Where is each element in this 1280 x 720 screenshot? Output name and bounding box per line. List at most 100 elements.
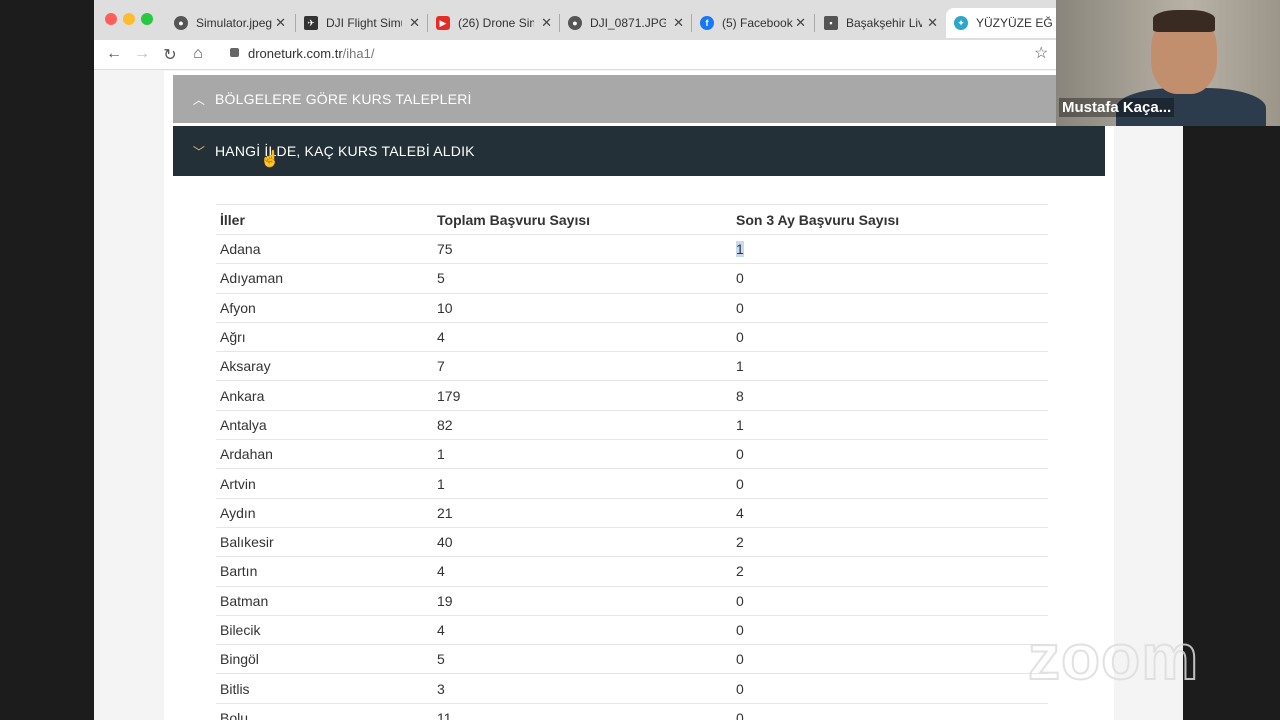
cell-last3: 2 (732, 527, 1048, 558)
tab-basaksehir[interactable]: ▪ Başakşehir Liv ✕ (816, 8, 944, 38)
tab-label: DJI_0871.JPG (590, 16, 666, 30)
table-row: Ardahan 1 0 (216, 439, 1048, 470)
chevron-down-icon: ﹀ (192, 144, 206, 159)
cell-total: 21 (433, 498, 732, 528)
participant-name: Mustafa Kaça... (1059, 98, 1175, 117)
cell-total: 40 (433, 527, 732, 558)
cell-last3: 0 (732, 644, 1048, 675)
lock-icon[interactable] (230, 48, 239, 57)
address-bar[interactable]: droneturk.com.tr/iha1/ (248, 46, 374, 61)
cell-last3: 2 (732, 556, 1048, 587)
minimize-window-dot[interactable] (123, 13, 135, 25)
cell-total: 4 (433, 556, 732, 587)
reload-icon[interactable]: ↻ (160, 45, 180, 65)
table-row: Bitlis 3 0 (216, 673, 1048, 704)
table-header-row: İller Toplam Başvuru Sayısı Son 3 Ay Baş… (216, 204, 1048, 235)
tab-facebook[interactable]: f (5) Facebook ✕ (692, 8, 812, 38)
cell-total: 75 (433, 234, 732, 265)
column-header-province[interactable]: İller (216, 204, 433, 235)
close-icon[interactable]: ✕ (541, 15, 552, 31)
browser-toolbar: ← → ↻ ⌂ droneturk.com.tr/iha1/ ☆ (94, 40, 1183, 70)
tab-youtube[interactable]: ▶ (26) Drone Sim ✕ (428, 8, 558, 38)
cell-province: Batman (216, 586, 433, 616)
cell-total: 82 (433, 410, 732, 441)
participant-hair (1153, 10, 1215, 32)
left-letterbox (0, 0, 94, 720)
column-header-total[interactable]: Toplam Başvuru Sayısı (433, 204, 732, 235)
cell-total: 11 (433, 703, 732, 720)
column-header-last3months[interactable]: Son 3 Ay Başvuru Sayısı (732, 204, 1048, 235)
cell-last3: 0 (732, 673, 1048, 704)
tab-simulator[interactable]: ● Simulator.jpeg ✕ (166, 8, 292, 38)
tab-yuzyuze-active[interactable]: ✦ YÜZYÜZE EĞ (946, 8, 1066, 38)
table-row: Ankara 179 8 (216, 380, 1048, 411)
table-row: Bingöl 5 0 (216, 644, 1048, 675)
cell-province: Ankara (216, 380, 433, 411)
close-icon[interactable]: ✕ (275, 15, 286, 31)
cell-last3: 0 (732, 263, 1048, 294)
url-domain: droneturk.com.tr (248, 46, 343, 61)
back-arrow-icon[interactable]: ← (104, 45, 124, 63)
home-icon[interactable]: ⌂ (188, 45, 208, 63)
cell-total: 4 (433, 615, 732, 646)
bookmark-star-icon[interactable]: ☆ (1034, 43, 1048, 63)
table-row: Adıyaman 5 0 (216, 263, 1048, 294)
browser-window: ● Simulator.jpeg ✕ ✈ DJI Flight Simu ✕ ▶… (94, 0, 1183, 720)
tab-dji-photo[interactable]: ● DJI_0871.JPG ✕ (560, 8, 690, 38)
cell-total: 7 (433, 351, 732, 382)
table-row: Batman 19 0 (216, 586, 1048, 616)
cell-province: Bartın (216, 556, 433, 587)
tab-divider (814, 14, 815, 32)
accordion-regions-header[interactable]: ︿ BÖLGELERE GÖRE KURS TALEPLERİ (173, 75, 1105, 123)
table-row: Artvin 1 0 (216, 468, 1048, 499)
cell-total: 19 (433, 586, 732, 616)
chevron-up-icon: ︿ (192, 92, 206, 107)
close-icon[interactable]: ✕ (409, 15, 420, 31)
table-row: Afyon 10 0 (216, 293, 1048, 323)
cell-province: Adıyaman (216, 263, 433, 294)
url-path: /iha1/ (342, 46, 375, 61)
hand-cursor-icon: ☝ (260, 151, 280, 168)
globe-icon: ● (568, 16, 582, 30)
cell-province: Artvin (216, 468, 433, 499)
cell-total: 5 (433, 263, 732, 294)
cell-last3: 8 (732, 380, 1048, 411)
cell-province: Antalya (216, 410, 433, 441)
cell-province: Balıkesir (216, 527, 433, 558)
cell-total: 179 (433, 380, 732, 411)
province-table: İller Toplam Başvuru Sayısı Son 3 Ay Baş… (216, 204, 1048, 720)
tab-label: DJI Flight Simu (326, 16, 402, 30)
cell-province: Bolu (216, 703, 433, 720)
cell-total: 1 (433, 468, 732, 499)
cell-total: 4 (433, 322, 732, 353)
webcam-video-tile[interactable]: Mustafa Kaça... (1056, 0, 1280, 126)
cell-total: 10 (433, 293, 732, 323)
close-icon[interactable]: ✕ (927, 15, 938, 31)
accordion-title: BÖLGELERE GÖRE KURS TALEPLERİ (215, 91, 472, 107)
close-icon[interactable]: ✕ (795, 15, 806, 31)
cell-province: Bingöl (216, 644, 433, 675)
cell-total: 5 (433, 644, 732, 675)
cell-last3: 0 (732, 293, 1048, 323)
forward-arrow-icon[interactable]: → (132, 45, 152, 63)
close-icon[interactable]: ✕ (673, 15, 684, 31)
cell-last3: 1 (732, 410, 1048, 441)
tab-strip: ● Simulator.jpeg ✕ ✈ DJI Flight Simu ✕ ▶… (94, 0, 1183, 40)
close-window-dot[interactable] (105, 13, 117, 25)
selected-text: 1 (736, 241, 744, 258)
cell-province: Afyon (216, 293, 433, 323)
cell-last3: 0 (732, 322, 1048, 353)
web-page: ︿ BÖLGELERE GÖRE KURS TALEPLERİ ﹀ HANGİ … (94, 71, 1183, 720)
cell-province: Ardahan (216, 439, 433, 470)
cell-province: Aksaray (216, 351, 433, 382)
cell-last3: 0 (732, 703, 1048, 720)
cell-last3: 0 (732, 586, 1048, 616)
cell-last3: 4 (732, 498, 1048, 528)
cell-province: Aydın (216, 498, 433, 528)
tab-dji[interactable]: ✈ DJI Flight Simu ✕ (296, 8, 426, 38)
table-row: Aydın 21 4 (216, 498, 1048, 528)
tab-label: Simulator.jpeg (196, 16, 272, 30)
accordion-provinces-header[interactable]: ﹀ HANGİ İLDE, KAÇ KURS TALEBİ ALDIK (173, 126, 1105, 176)
table-row: Bartın 4 2 (216, 556, 1048, 587)
maximize-window-dot[interactable] (141, 13, 153, 25)
